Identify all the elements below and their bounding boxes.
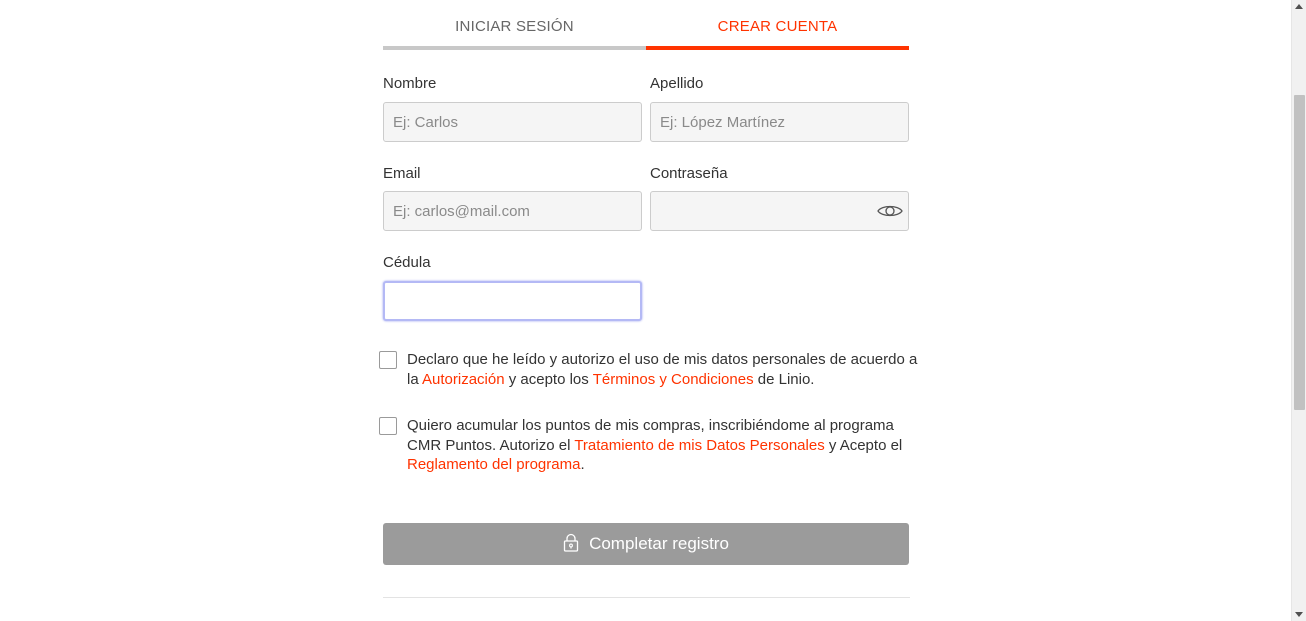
consent2-text-3: . [580,456,585,473]
tratamiento-datos-link[interactable]: Tratamiento de mis Datos Personales [574,437,824,454]
nombre-input[interactable] [383,102,642,142]
consent2-text-2: y Acepto el [824,436,903,454]
scroll-down-icon[interactable] [1295,612,1303,617]
consent-autorizacion-checkbox[interactable] [379,351,397,369]
completar-registro-label: Completar registro [589,534,729,553]
cedula-input[interactable] [383,281,642,321]
auth-tabs: INICIAR SESIÓN CREAR CUENTA [383,0,909,50]
reglamento-link[interactable]: Reglamento del programa [407,456,580,473]
lock-icon [563,533,579,552]
terminos-link[interactable]: Términos y Condiciones [593,371,754,388]
consent-cmr-puntos-checkbox[interactable] [379,417,397,435]
email-label: Email [383,165,421,182]
eye-icon[interactable] [877,201,903,221]
consent1-text-2: y acepto los [504,370,593,388]
consent1-text-3: de Linio. [753,370,815,388]
apellido-label: Apellido [650,75,704,92]
consent-cmr-puntos-text: Quiero acumular los puntos de mis compra… [407,416,932,475]
scroll-thumb[interactable] [1294,95,1305,410]
password-input[interactable] [650,191,909,231]
tab-iniciar-sesion[interactable]: INICIAR SESIÓN [383,0,646,50]
email-input[interactable] [383,191,642,231]
apellido-input[interactable] [650,102,909,142]
divider [383,597,910,598]
tab-iniciar-sesion-label: INICIAR SESIÓN [455,18,574,35]
scroll-up-icon[interactable] [1295,4,1303,9]
page-scrollbar[interactable] [1291,0,1306,621]
password-label: Contraseña [650,165,728,182]
nombre-label: Nombre [383,75,437,92]
tab-crear-cuenta[interactable]: CREAR CUENTA [646,0,909,50]
consent-autorizacion-text: Declaro que he leído y autorizo el uso d… [407,350,932,389]
tab-crear-cuenta-label: CREAR CUENTA [717,18,838,35]
autorizacion-link[interactable]: Autorización [422,371,505,388]
completar-registro-button[interactable]: Completar registro [383,523,909,565]
cedula-label: Cédula [383,254,431,271]
